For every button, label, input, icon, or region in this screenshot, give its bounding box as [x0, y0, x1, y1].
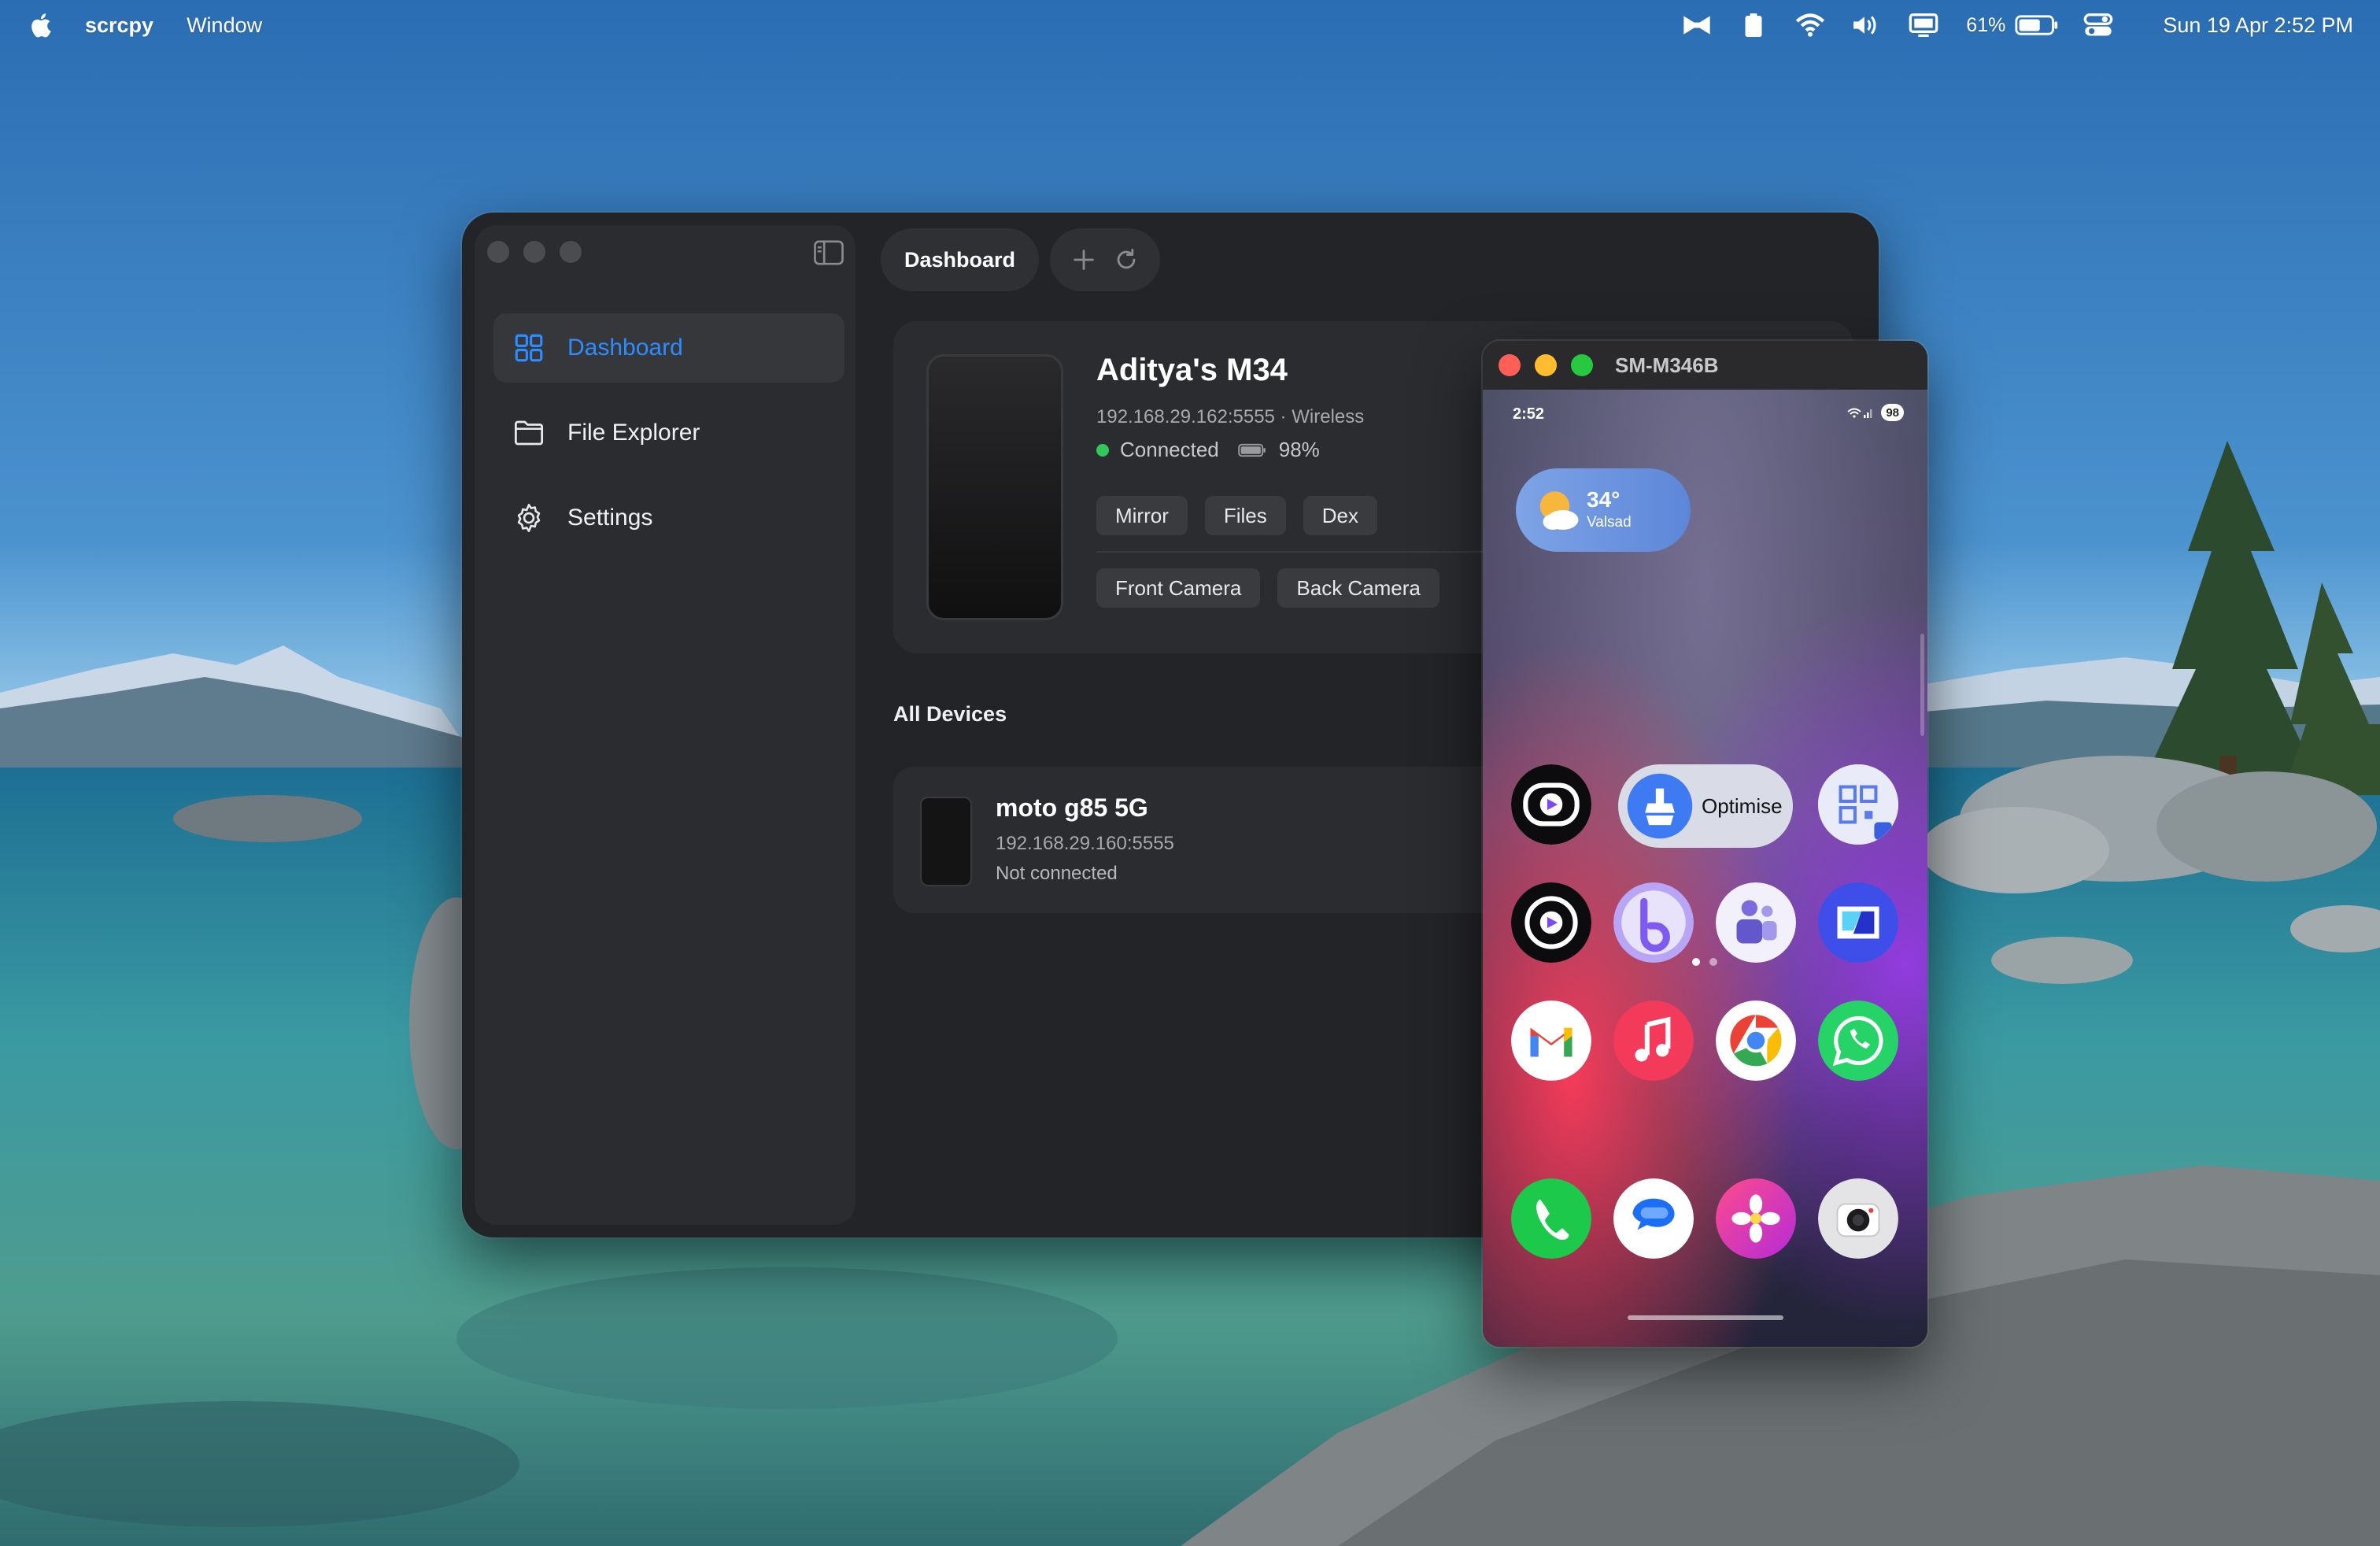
phone-screen[interactable]: 2:52 98 34° Valsad Optimise — [1483, 390, 1927, 1347]
phone-clock: 2:52 — [1513, 405, 1545, 423]
device-address: 192.168.29.160:5555 — [996, 833, 1174, 854]
qr-scanner-icon[interactable] — [1818, 764, 1898, 845]
sidebar-item-label: File Explorer — [567, 420, 700, 446]
sidebar-item-settings[interactable]: Settings — [493, 483, 844, 553]
teams-icon[interactable] — [1716, 882, 1796, 963]
mirror-titlebar[interactable]: SM-M346B — [1483, 341, 1927, 390]
tab-dashboard[interactable]: Dashboard — [881, 228, 1040, 291]
refresh-icon[interactable] — [1113, 246, 1140, 273]
minimize-button[interactable] — [1535, 354, 1557, 376]
sidebar-item-file-explorer[interactable]: File Explorer — [493, 398, 844, 468]
window-controls — [1499, 354, 1593, 376]
clock[interactable]: Sun 19 Apr 2:52 PM — [2163, 13, 2353, 38]
device-address: 192.168.29.162:5555 · Wireless — [1096, 406, 1365, 427]
sidebar-item-label: Settings — [567, 505, 653, 531]
device-status: Connected 98% — [1096, 438, 1320, 462]
partly-cloudy-icon — [1539, 491, 1579, 530]
sidebar-item-dashboard[interactable]: Dashboard — [493, 313, 844, 383]
weather-temp: 34° — [1587, 487, 1621, 512]
grid-icon — [515, 334, 543, 362]
gmail-icon[interactable] — [1511, 1000, 1591, 1081]
device-name: moto g85 5G — [996, 793, 1148, 822]
device-thumbnail — [920, 797, 972, 886]
phone-icon[interactable] — [1511, 1178, 1591, 1259]
control-center-icon[interactable] — [2081, 9, 2116, 41]
connection-status: Connected — [1120, 438, 1219, 461]
signal-wifi-icon — [1847, 408, 1872, 418]
toolbar-actions — [1050, 228, 1161, 291]
device-name: Aditya's M34 — [1096, 353, 1288, 387]
mirror-title: SM-M346B — [1615, 353, 1719, 377]
phone-status-icons: 98 — [1846, 404, 1904, 421]
page-indicator[interactable] — [1692, 958, 1717, 966]
weather-city: Valsad — [1587, 514, 1632, 531]
optimise-widget[interactable]: Optimise — [1618, 764, 1793, 848]
mirror-button[interactable]: Mirror — [1096, 496, 1188, 535]
files-button[interactable]: Files — [1204, 496, 1286, 535]
zoom-button[interactable] — [1571, 354, 1593, 376]
sidebar-item-label: Dashboard — [567, 335, 683, 361]
display-icon[interactable] — [1906, 9, 1941, 41]
camera-actions: Front Camera Back Camera — [1096, 568, 1439, 608]
toolbar: Dashboard — [881, 228, 1161, 291]
bow-tie-app-icon[interactable] — [1680, 9, 1714, 41]
weather-widget[interactable]: 34° Valsad — [1516, 468, 1691, 552]
sidebar-nav: Dashboard File Explorer Settings — [493, 313, 844, 568]
close-button[interactable] — [1499, 354, 1521, 376]
all-devices-heading: All Devices — [893, 702, 1007, 726]
video-player-icon[interactable] — [1511, 764, 1591, 845]
apple-logo-icon[interactable] — [27, 9, 57, 41]
battery-percent: 61% — [1966, 13, 2006, 36]
connected-dot-icon — [1096, 443, 1109, 457]
mirror-window: SM-M346B 2:52 98 34° Valsad Optimise — [1483, 341, 1927, 1347]
phone-battery-badge: 98 — [1881, 404, 1904, 421]
minimize-button[interactable] — [523, 241, 545, 263]
whatsapp-icon[interactable] — [1818, 1000, 1898, 1081]
volume-icon[interactable] — [1850, 9, 1884, 41]
bixby-icon[interactable] — [1613, 882, 1694, 963]
device-battery-level: 98% — [1278, 438, 1320, 461]
folder-icon — [514, 420, 544, 446]
smart-switch-icon[interactable] — [1818, 882, 1898, 963]
close-button[interactable] — [487, 241, 509, 263]
back-camera-button[interactable]: Back Camera — [1277, 568, 1439, 608]
clipboard-icon[interactable] — [1736, 9, 1771, 41]
optimise-label: Optimise — [1702, 793, 1783, 818]
home-indicator[interactable] — [1628, 1315, 1783, 1320]
optimise-icon — [1627, 773, 1693, 839]
gallery-icon[interactable] — [1716, 1178, 1796, 1259]
camera-icon[interactable] — [1818, 1178, 1898, 1259]
battery-icon[interactable] — [2015, 14, 2059, 36]
add-icon[interactable] — [1070, 246, 1097, 273]
dex-button[interactable]: Dex — [1303, 496, 1378, 535]
menu-bar: scrcpy Window 61% Sun 19 Apr 2:52 PM — [0, 0, 2380, 50]
zoom-button[interactable] — [560, 241, 582, 263]
chrome-icon[interactable] — [1716, 1000, 1796, 1081]
front-camera-button[interactable]: Front Camera — [1096, 568, 1261, 608]
device-thumbnail — [926, 354, 1063, 620]
edge-panel-handle[interactable] — [1920, 634, 1924, 736]
window-controls — [487, 241, 582, 263]
menu-app-name[interactable]: scrcpy — [85, 13, 153, 38]
messages-icon[interactable] — [1613, 1178, 1694, 1259]
sidebar-toggle-icon[interactable] — [813, 239, 844, 266]
wifi-icon[interactable] — [1793, 9, 1828, 41]
device-battery-icon — [1238, 443, 1266, 457]
gear-icon — [517, 504, 541, 532]
music-icon[interactable] — [1613, 1000, 1694, 1081]
menu-window[interactable]: Window — [187, 13, 262, 38]
device-actions: Mirror Files Dex — [1096, 496, 1378, 535]
video-player-icon[interactable] — [1511, 882, 1591, 963]
connection-status: Not connected — [996, 863, 1118, 884]
